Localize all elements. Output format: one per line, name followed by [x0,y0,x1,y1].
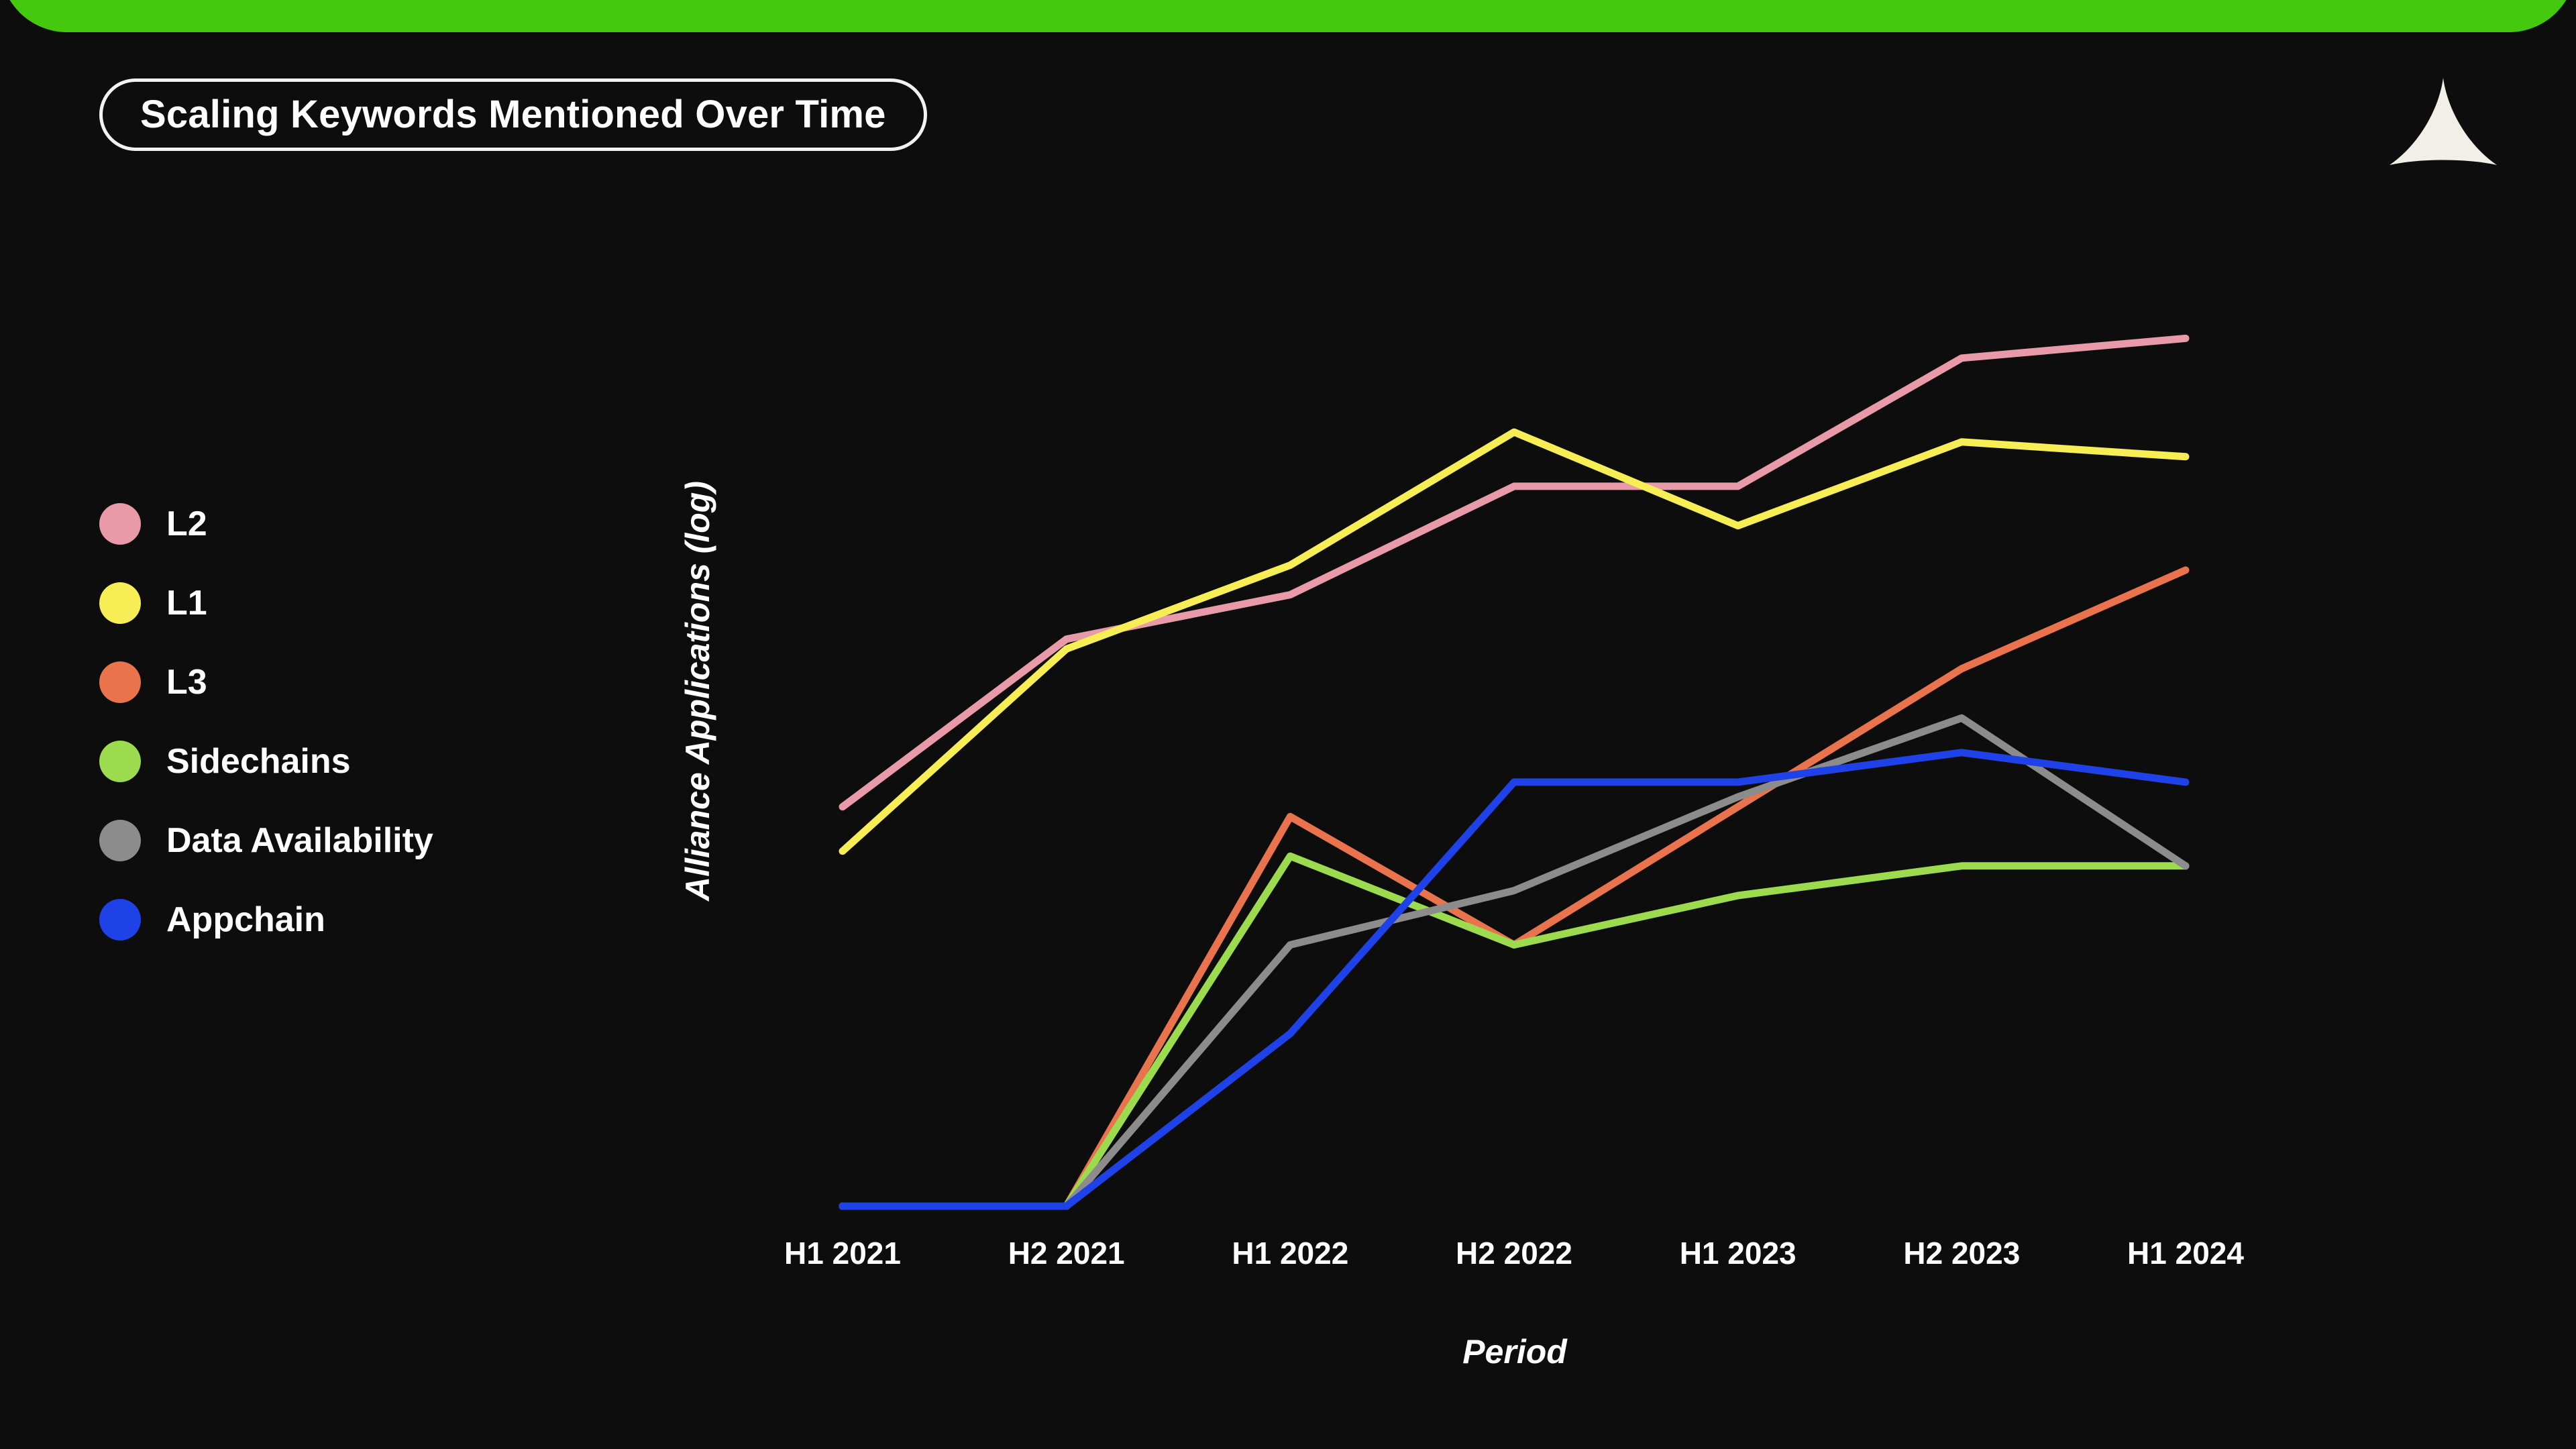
legend-item-label: L3 [166,663,207,702]
x-axis-title: Period [1462,1333,1567,1371]
legend-item-l1[interactable]: L1 [99,564,433,643]
series-line-appchain [839,749,2190,1210]
x-tick-label: H1 2024 [2127,1236,2244,1271]
legend-swatch-icon [99,820,141,861]
legend-item-label: Appchain [166,900,325,939]
series-line-data-availability [839,714,2190,1210]
y-axis-title: Alliance Applications (log) [679,481,716,901]
legend-item-label: L2 [166,504,207,543]
x-tick-label: H2 2022 [1456,1236,1572,1271]
legend-item-label: Data Availability [166,821,433,860]
alliance-triangle-logo-icon [2385,74,2501,181]
x-tick-label: H2 2021 [1008,1236,1125,1271]
series-line-l3 [839,566,2190,1210]
legend-item-l2[interactable]: L2 [99,484,433,564]
series-line-l2 [839,334,2190,811]
legend-swatch-icon [99,661,141,703]
chart-legend: L2 L1 L3 Sidechains Data Availability Ap… [99,484,433,959]
legend-item-label: Sidechains [166,742,351,781]
legend-swatch-icon [99,741,141,782]
legend-swatch-icon [99,503,141,545]
series-line-l1 [839,428,2190,855]
series-line-sidechains [839,852,2190,1210]
chart-title-pill: Scaling Keywords Mentioned Over Time [99,78,927,151]
legend-item-appchain[interactable]: Appchain [99,880,433,959]
legend-swatch-icon [99,899,141,941]
x-tick-label: H1 2021 [784,1236,901,1271]
legend-item-label: L1 [166,584,207,623]
x-tick-label: H1 2022 [1232,1236,1349,1271]
legend-item-l3[interactable]: L3 [99,643,433,722]
legend-swatch-icon [99,582,141,624]
legend-item-data-availability[interactable]: Data Availability [99,801,433,880]
page-title: Scaling Keywords Mentioned Over Time [140,93,886,136]
top-accent-bar [0,0,2576,32]
x-tick-label: H2 2023 [1903,1236,2021,1271]
x-tick-label: H1 2023 [1679,1236,1796,1271]
legend-item-sidechains[interactable]: Sidechains [99,722,433,801]
